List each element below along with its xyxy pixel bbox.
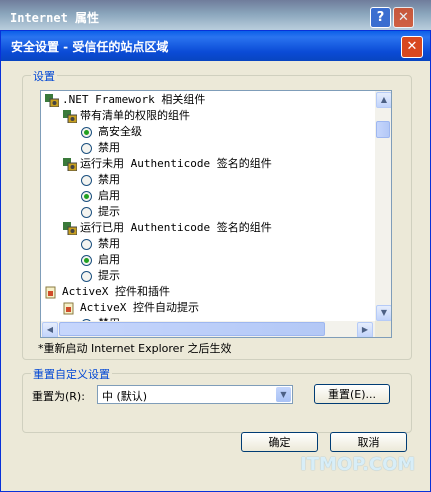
security-settings-dialog: 安全设置 - 受信任的站点区域 ✕ 设置 .NET Framework 相关组件… [0, 30, 431, 492]
setting-text: 禁用 [98, 173, 120, 186]
horizontal-scroll-thumb[interactable] [59, 322, 325, 336]
restart-note: *重新启动 Internet Explorer 之后生效 [38, 342, 232, 355]
dialog-titlebar: 安全设置 - 受信任的站点区域 ✕ [1, 31, 430, 61]
radio-unchecked-icon[interactable] [81, 270, 92, 282]
setting-text: 禁用 [98, 237, 120, 250]
reset-button[interactable]: 重置(E)... [314, 384, 390, 404]
dropdown-arrow-icon[interactable]: ▼ [276, 387, 291, 402]
settings-option[interactable]: 禁用 [81, 236, 120, 252]
ok-button[interactable]: 确定 [241, 432, 318, 452]
settings-legend: 设置 [31, 68, 57, 84]
radio-checked-icon[interactable] [81, 126, 92, 138]
internet-properties-window: Internet 属性 ? ✕ 安全设置 - 受信任的站点区域 ✕ 设置 .NE… [0, 0, 431, 492]
setting-text: 运行未用 Authenticode 签名的组件 [80, 157, 272, 170]
settings-category: ActiveX 控件和插件 [45, 284, 170, 300]
setting-text: 提示 [98, 205, 120, 218]
activex-icon [63, 302, 77, 315]
watermark-text: ITMOP.COM [300, 454, 416, 475]
settings-option[interactable]: 高安全级 [81, 124, 142, 140]
settings-gear-icon [45, 93, 59, 107]
radio-unchecked-icon[interactable] [81, 206, 92, 218]
settings-gear-icon [63, 157, 77, 171]
radio-unchecked-icon[interactable] [81, 142, 92, 154]
setting-text: .NET Framework 相关组件 [62, 93, 206, 106]
radio-checked-icon[interactable] [81, 190, 92, 202]
vertical-scroll-thumb[interactable] [376, 121, 390, 138]
settings-list[interactable]: .NET Framework 相关组件 带有清单的权限的组件 高安全级 禁用 运行未用 … [40, 90, 392, 338]
help-button[interactable]: ? [370, 7, 391, 28]
reset-to-label: 重置为(R): [32, 390, 85, 403]
setting-text: 提示 [98, 269, 120, 282]
settings-category: 运行已用 Authenticode 签名的组件 [63, 220, 272, 236]
settings-option[interactable]: 禁用 [81, 140, 120, 156]
scroll-left-button[interactable]: ◀ [42, 322, 58, 337]
scroll-corner [375, 321, 391, 337]
outer-close-button[interactable]: ✕ [393, 7, 414, 28]
setting-text: 带有清单的权限的组件 [80, 109, 190, 122]
settings-option[interactable]: 提示 [81, 268, 120, 284]
dialog-close-button[interactable]: ✕ [401, 36, 423, 58]
reset-level-select[interactable]: 中 (默认) ▼ [97, 385, 293, 404]
radio-unchecked-icon[interactable] [81, 174, 92, 186]
radio-checked-icon[interactable] [81, 254, 92, 266]
dialog-title: 安全设置 - 受信任的站点区域 [11, 40, 169, 54]
settings-category: .NET Framework 相关组件 [45, 92, 205, 108]
settings-option[interactable]: 启用 [81, 252, 120, 268]
scroll-right-button[interactable]: ▶ [357, 322, 373, 337]
settings-gear-icon [63, 109, 77, 123]
settings-vertical-scrollbar[interactable]: ▲ ▼ [375, 91, 391, 321]
setting-text: 启用 [98, 189, 120, 202]
radio-unchecked-icon[interactable] [81, 238, 92, 250]
scroll-up-button[interactable]: ▲ [376, 92, 391, 108]
settings-gear-icon [63, 221, 77, 235]
settings-category: 带有清单的权限的组件 [63, 108, 190, 124]
settings-option[interactable]: 禁用 [81, 172, 120, 188]
settings-option[interactable]: 提示 [81, 204, 120, 220]
setting-text: ActiveX 控件和插件 [62, 285, 170, 298]
reset-level-value: 中 (默认) [102, 390, 148, 403]
setting-text: 运行已用 Authenticode 签名的组件 [80, 221, 272, 234]
setting-text: 高安全级 [98, 125, 142, 138]
activex-icon [45, 286, 59, 299]
settings-category: ActiveX 控件自动提示 [63, 300, 199, 316]
cancel-button[interactable]: 取消 [330, 432, 407, 452]
settings-category: 运行未用 Authenticode 签名的组件 [63, 156, 272, 172]
setting-text: 启用 [98, 253, 120, 266]
setting-text: ActiveX 控件自动提示 [80, 301, 199, 314]
settings-horizontal-scrollbar[interactable]: ◀ ▶ [41, 321, 375, 337]
scroll-down-button[interactable]: ▼ [376, 305, 391, 321]
reset-legend: 重置自定义设置 [31, 366, 112, 382]
setting-text: 禁用 [98, 141, 120, 154]
outer-window-title: Internet 属性 [10, 11, 100, 25]
settings-option[interactable]: 启用 [81, 188, 120, 204]
